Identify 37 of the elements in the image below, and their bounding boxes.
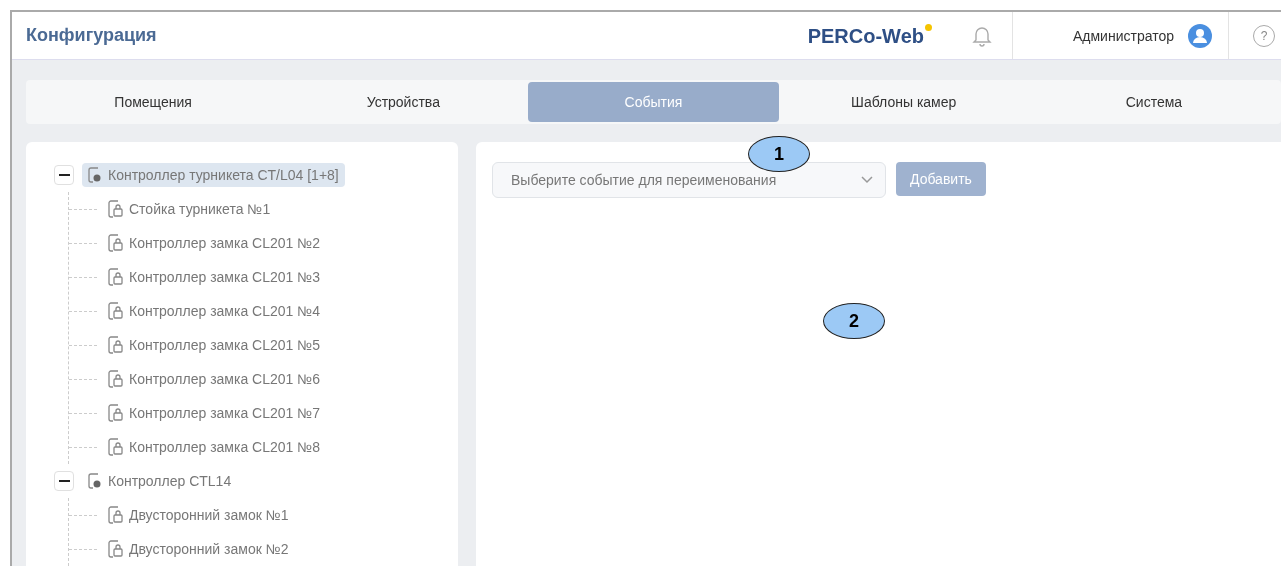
logo: PERCo-Web [807,23,924,48]
device-icon [88,167,102,183]
tree-item[interactable]: Стойка турникета №1 [101,196,277,222]
tree-item[interactable]: Двусторонний замок №1 [101,502,295,528]
tree-item[interactable]: Контроллер турникета CT/L04 [1+8] [82,163,345,187]
tab[interactable]: Система [1028,82,1279,122]
tree-item[interactable]: Контроллер замка CL201 №8 [101,434,327,460]
tree-item[interactable]: Контроллер замка CL201 №2 [101,230,327,256]
tree-item[interactable]: Контроллер CTL14 [82,469,238,493]
lock-icon [107,370,123,388]
lock-icon [107,404,123,422]
collapse-toggle[interactable] [54,165,74,185]
lock-icon [107,200,123,218]
tab[interactable]: Устройства [278,82,529,122]
tree-item[interactable]: Контроллер замка CL201 №5 [101,332,327,358]
lock-icon [107,336,123,354]
user-avatar-icon[interactable] [1188,23,1212,48]
user-name[interactable]: Администратор [1073,27,1174,44]
event-select[interactable]: Выберите событие для переименования [492,162,886,198]
tree-item[interactable]: Контроллер замка CL201 №6 [101,366,327,392]
tab[interactable]: Помещения [28,82,279,122]
chevron-down-icon [861,176,873,184]
tree-item[interactable]: Контроллер замка CL201 №7 [101,400,327,426]
tree-item[interactable]: Двусторонний замок №2 [101,536,295,562]
lock-icon [107,438,123,456]
lock-icon [107,506,123,524]
lock-icon [107,540,123,558]
device-icon [88,473,102,489]
lock-icon [107,268,123,286]
lock-icon [107,234,123,252]
lock-icon [107,302,123,320]
page-title: Конфигурация [25,25,158,46]
tree-item[interactable]: Контроллер замка CL201 №3 [101,264,327,290]
dot-icon [925,23,932,31]
tree-item[interactable]: Контроллер замка CL201 №4 [101,298,327,324]
collapse-toggle[interactable] [54,471,74,491]
tab[interactable]: Шаблоны камер [778,82,1029,122]
